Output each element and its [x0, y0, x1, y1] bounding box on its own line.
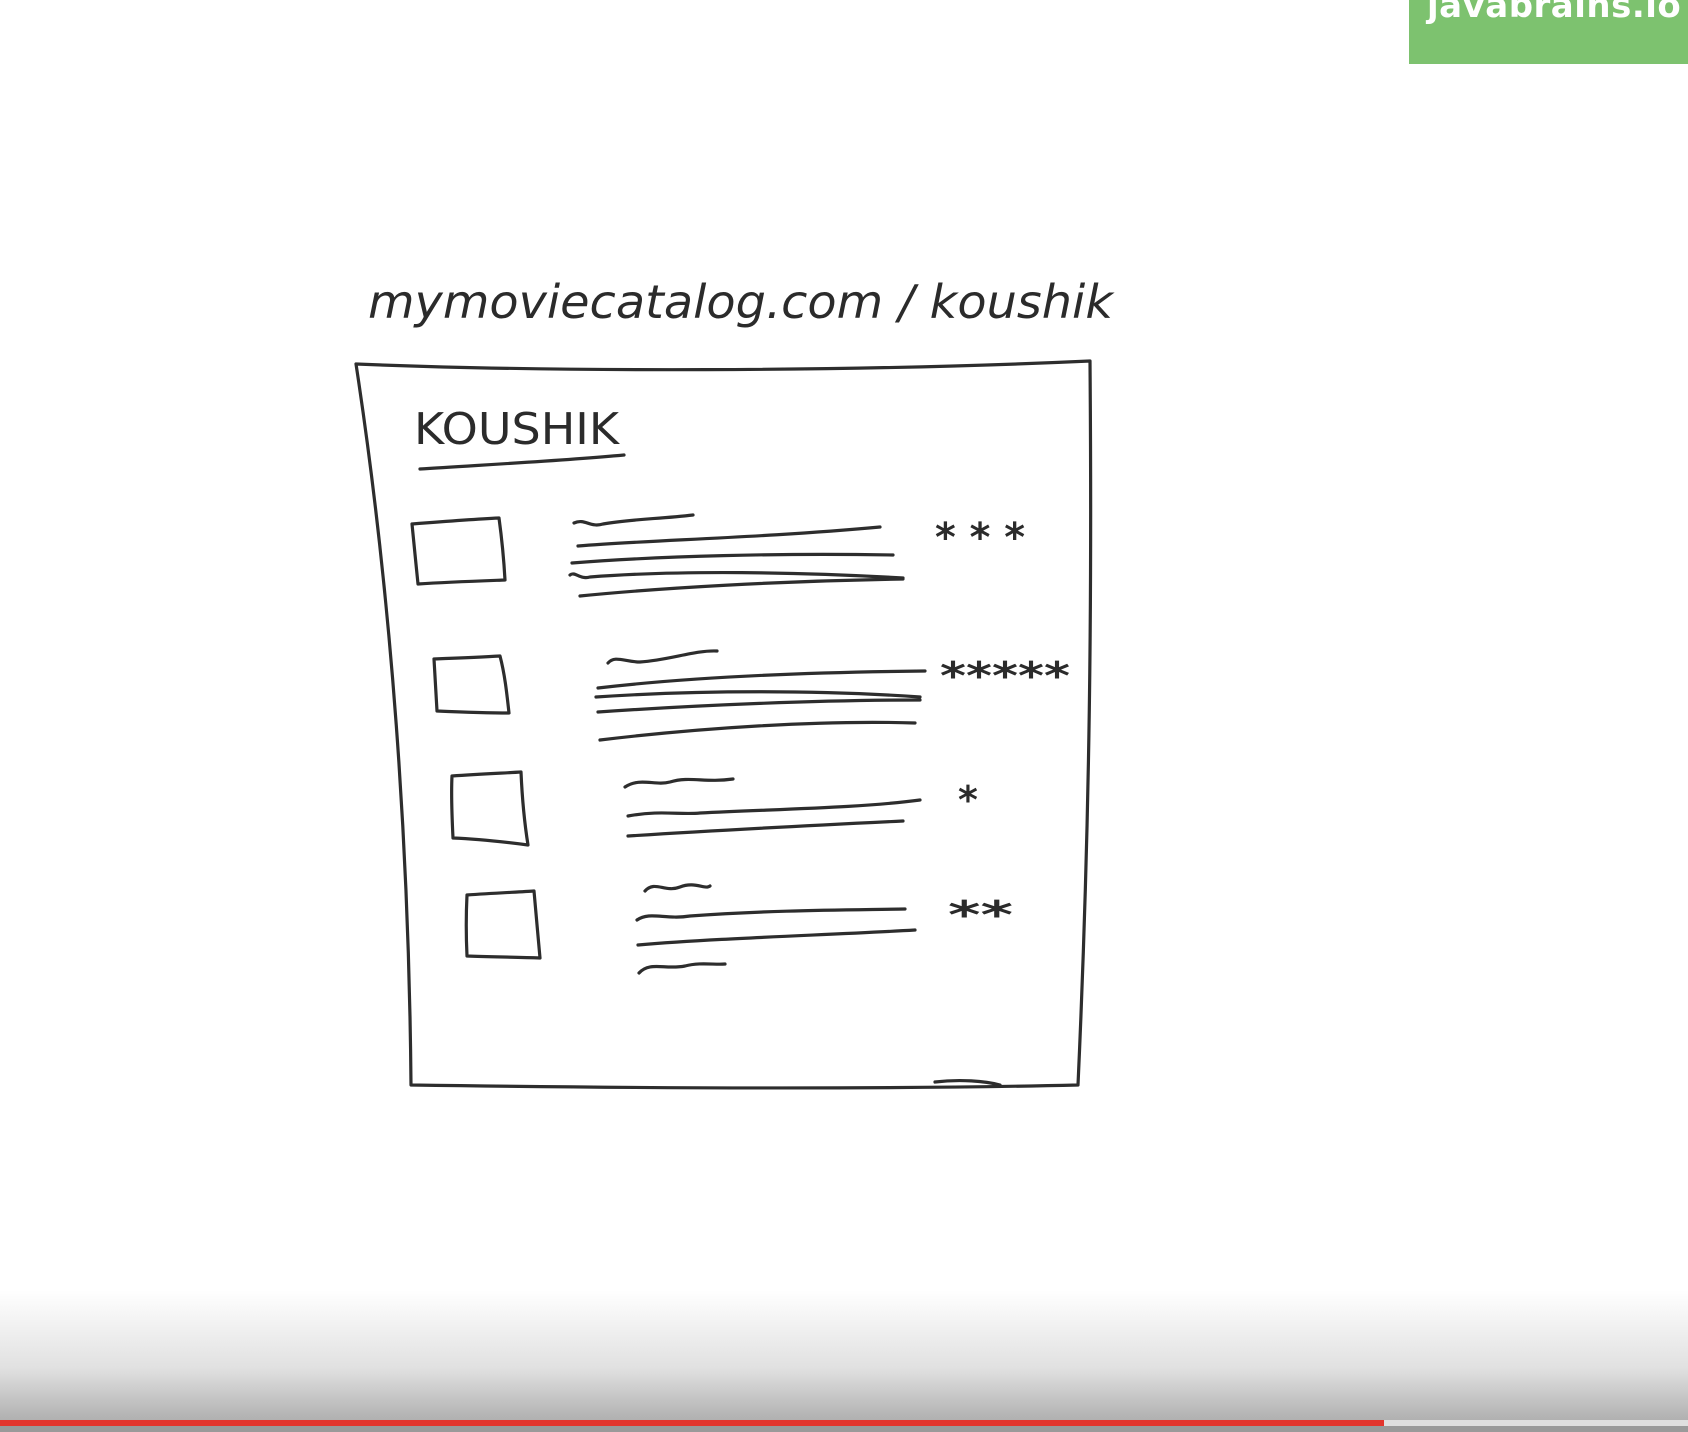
movie-row: ***** [432, 649, 1070, 742]
movie-text-lines [623, 777, 922, 838]
url-caption: mymoviecatalog.com / koushik [368, 275, 1115, 329]
svg-text:*: * [958, 778, 978, 822]
movie-text-lines [594, 649, 927, 742]
movie-text-lines [635, 883, 917, 975]
svg-text:*****: ***** [940, 654, 1070, 698]
page-heading: KOUSHIK [414, 404, 620, 455]
page-frame [354, 359, 1093, 1090]
star-rating: ***** [940, 654, 1070, 698]
movie-text-lines [568, 513, 905, 598]
frame-corner-scribble [933, 1078, 1002, 1087]
movie-row: ** [464, 883, 1013, 975]
star-rating: ** [948, 893, 1013, 937]
star-rating: * * * [935, 515, 1025, 561]
svg-text:**: ** [948, 893, 1013, 937]
movie-row: * [449, 770, 978, 847]
movie-row: * * * [410, 513, 1025, 598]
movie-thumbnail [449, 770, 530, 847]
player-controls-shadow [0, 1290, 1688, 1420]
movie-thumbnail [410, 516, 507, 586]
star-rating: * [958, 778, 978, 822]
whiteboard-sketch: mymoviecatalog.com / koushik KOUSHIK * *… [354, 275, 1115, 1090]
video-frame: javabrains.io mymoviecatalog.com / koush… [0, 0, 1688, 1432]
movie-thumbnail [432, 654, 511, 715]
player-bottom-edge [0, 1426, 1688, 1432]
svg-text:* * *: * * * [935, 515, 1025, 561]
movie-thumbnail [464, 889, 542, 960]
heading-underline [418, 453, 626, 471]
